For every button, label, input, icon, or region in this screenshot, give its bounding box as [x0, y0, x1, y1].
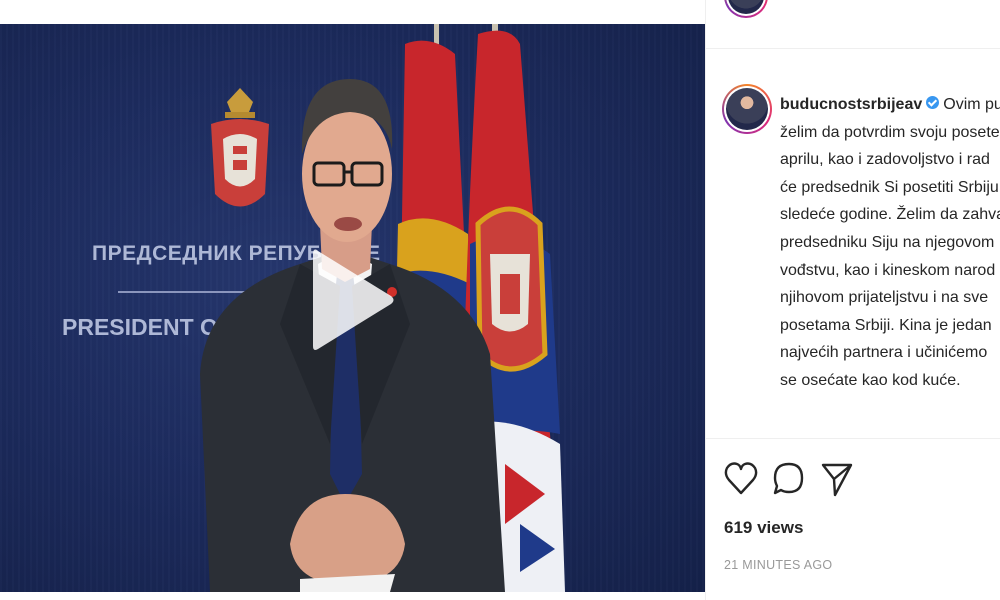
caption-line-5: predsedniku Siju na njegovom: [780, 233, 995, 251]
caption-line-8: posetama Srbiji. Kina je jedan: [780, 316, 992, 334]
header-avatar[interactable]: [724, 0, 768, 18]
caption-line-0: Ovim pu: [943, 96, 1000, 113]
caption-line-2: aprilu, kao i zadovoljstvo i rad: [780, 151, 990, 169]
video-player[interactable]: ПРЕДСЕДНИК РЕПУБЛИКЕ PRESIDENT OF THE: [0, 24, 705, 592]
heart-icon[interactable]: [724, 459, 758, 499]
caption-line-6: vođstvu, kao i kineskom narod: [780, 261, 996, 279]
caption-line-1: želim da potvrdim svoju posete: [780, 123, 1000, 141]
caption-line-4: sledeće godine. Želim da zahva: [780, 206, 1000, 224]
caption-line-7: njihovom prijateljstvu i na sve: [780, 289, 989, 307]
caption-line-3: će predsednik Si posetiti Srbiju: [780, 178, 999, 196]
header-divider: [706, 48, 1000, 49]
post-caption: buducnostsrbijeav Ovim pu želim da potvrd…: [780, 91, 1000, 395]
verified-badge-icon: [926, 96, 940, 110]
caption-line-9: najvećih partnera i učinićemo: [780, 344, 988, 362]
actions-divider: [706, 438, 1000, 439]
play-icon[interactable]: [303, 246, 399, 354]
username-link[interactable]: buducnostsrbijeav: [780, 96, 922, 113]
view-count[interactable]: 619 views: [724, 518, 803, 538]
caption-first-line: buducnostsrbijeav Ovim pu: [780, 91, 1000, 119]
caption-line-10: se osećate kao kod kuće.: [780, 371, 961, 389]
comment-icon[interactable]: [772, 459, 806, 499]
post-timestamp[interactable]: 21 MINUTES AGO: [724, 558, 832, 572]
share-icon[interactable]: [820, 459, 854, 499]
caption-avatar[interactable]: [722, 84, 772, 134]
post-side-panel: buducnostsrbijeav Ovim pu želim da potvrd…: [705, 0, 1000, 600]
